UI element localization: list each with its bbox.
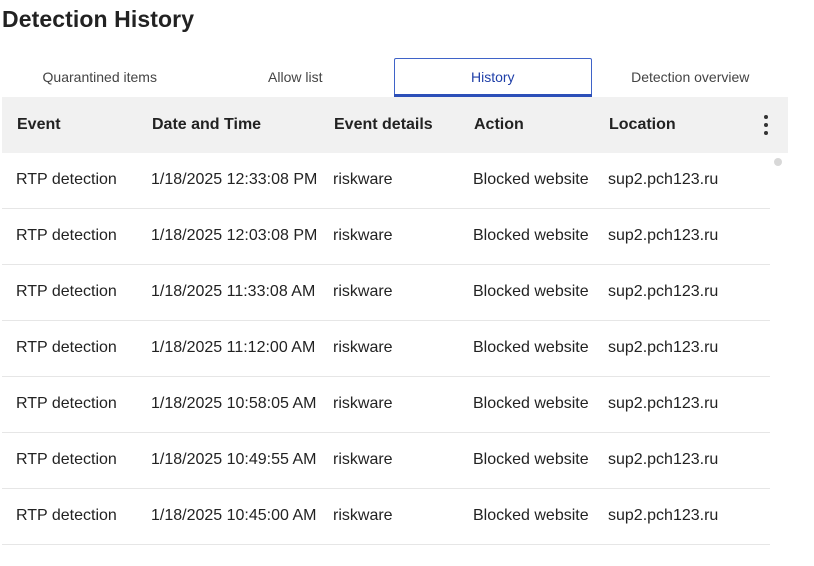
scrollbar-thumb[interactable] [774,158,782,166]
tab-quarantined-items[interactable]: Quarantined items [2,58,198,96]
cell-event: RTP detection [16,227,117,244]
table-row[interactable]: RTP detection 1/18/2025 10:58:05 AM risk… [2,377,770,433]
cell-event: RTP detection [16,507,117,524]
cell-event-details: riskware [333,339,393,356]
cell-location: sup2.pch123.ru [608,451,719,468]
column-header-event-details[interactable]: Event details [334,116,433,134]
cell-location: sup2.pch123.ru [608,283,719,300]
menu-dot [764,115,768,119]
cell-action: Blocked website [473,395,589,412]
cell-action: Blocked website [473,339,589,356]
table-row[interactable]: RTP detection 1/18/2025 10:45:00 AM risk… [2,489,770,545]
menu-dot [764,123,768,127]
page-title: Detection History [2,6,195,32]
table-body: RTP detection 1/18/2025 12:33:08 PM risk… [2,153,788,545]
column-header-location[interactable]: Location [609,116,676,134]
cell-event-details: riskware [333,227,393,244]
table-row[interactable]: RTP detection 1/18/2025 12:03:08 PM risk… [2,209,770,265]
cell-date-time: 1/18/2025 12:33:08 PM [151,171,318,188]
cell-event-details: riskware [333,283,393,300]
cell-location: sup2.pch123.ru [608,227,719,244]
cell-action: Blocked website [473,451,589,468]
detection-history-page: Detection History Quarantined items Allo… [0,0,814,566]
menu-dot [764,131,768,135]
cell-event: RTP detection [16,451,117,468]
cell-date-time: 1/18/2025 12:03:08 PM [151,227,318,244]
table-row[interactable]: RTP detection 1/18/2025 12:33:08 PM risk… [2,153,770,209]
cell-date-time: 1/18/2025 10:58:05 AM [151,395,317,412]
table-row[interactable]: RTP detection 1/18/2025 11:12:00 AM risk… [2,321,770,377]
column-header-event[interactable]: Event [17,116,61,134]
cell-action: Blocked website [473,507,589,524]
cell-action: Blocked website [473,227,589,244]
cell-event: RTP detection [16,339,117,356]
cell-event-details: riskware [333,171,393,188]
cell-action: Blocked website [473,283,589,300]
cell-event: RTP detection [16,395,117,412]
cell-date-time: 1/18/2025 10:49:55 AM [151,451,317,468]
tab-allow-list[interactable]: Allow list [198,58,394,96]
column-header-date-time[interactable]: Date and Time [152,116,261,134]
cell-date-time: 1/18/2025 11:12:00 AM [151,339,316,356]
cell-location: sup2.pch123.ru [608,339,719,356]
cell-event: RTP detection [16,283,117,300]
cell-location: sup2.pch123.ru [608,507,719,524]
cell-date-time: 1/18/2025 11:33:08 AM [151,283,316,300]
cell-location: sup2.pch123.ru [608,395,719,412]
tab-bar: Quarantined items Allow list History Det… [2,58,789,97]
cell-event: RTP detection [16,171,117,188]
table-header: Event Date and Time Event details Action… [2,97,788,153]
cell-event-details: riskware [333,395,393,412]
more-vertical-icon[interactable] [760,115,772,135]
cell-date-time: 1/18/2025 10:45:00 AM [151,507,317,524]
column-header-action[interactable]: Action [474,116,524,134]
tab-detection-overview[interactable]: Detection overview [593,58,789,96]
cell-action: Blocked website [473,171,589,188]
tab-history[interactable]: History [394,58,592,97]
detection-history-table: Event Date and Time Event details Action… [2,97,788,545]
cell-location: sup2.pch123.ru [608,171,719,188]
cell-event-details: riskware [333,451,393,468]
table-row[interactable]: RTP detection 1/18/2025 11:33:08 AM risk… [2,265,770,321]
table-row[interactable]: RTP detection 1/18/2025 10:49:55 AM risk… [2,433,770,489]
cell-event-details: riskware [333,507,393,524]
